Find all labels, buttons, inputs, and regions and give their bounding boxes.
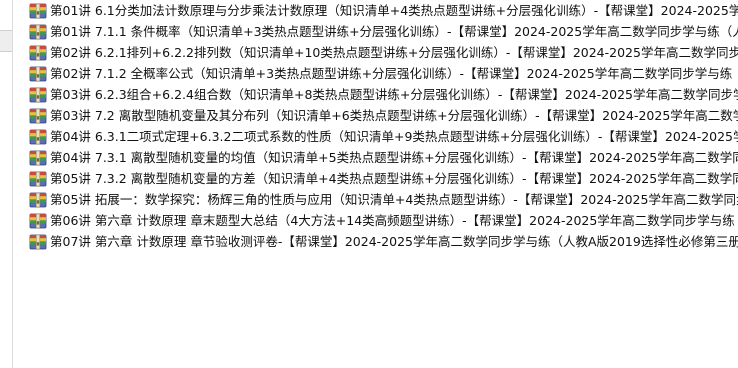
file-list-item[interactable]: 第06讲 第六章 计数原理 章末题型大总结（4大方法+14类高频题型讲练）-【帮… <box>29 210 738 231</box>
archive-icon <box>29 192 47 207</box>
file-list-item[interactable]: 第05讲 7.3.2 离散型随机变量的方差（知识清单+4类热点题型讲练+分层强化… <box>29 168 738 189</box>
file-list-item[interactable]: 第02讲 6.2.1排列+6.2.2排列数（知识清单+10类热点题型讲练+分层强… <box>29 42 738 63</box>
file-list-item[interactable]: 第02讲 7.1.2 全概率公式（知识清单+3类热点题型讲练+分层强化训练）-【… <box>29 63 738 84</box>
archive-icon <box>29 234 47 249</box>
file-name: 第04讲 7.3.1 离散型随机变量的均值（知识清单+5类热点题型讲练+分层强化… <box>50 150 738 165</box>
file-name: 第03讲 6.2.3组合+6.2.4组合数（知识清单+8类热点题型讲练+分层强化… <box>50 87 738 102</box>
archive-icon <box>29 87 47 102</box>
file-name: 第05讲 7.3.2 离散型随机变量的方差（知识清单+4类热点题型讲练+分层强化… <box>50 171 738 186</box>
file-list-item[interactable]: 第04讲 7.3.1 离散型随机变量的均值（知识清单+5类热点题型讲练+分层强化… <box>29 147 738 168</box>
file-name: 第07讲 第六章 计数原理 章节验收测评卷-【帮课堂】2024-2025学年高二… <box>50 234 738 249</box>
archive-icon <box>29 108 47 123</box>
navigation-pane-tab[interactable] <box>0 30 12 52</box>
archive-icon <box>29 150 47 165</box>
file-name: 第05讲 拓展一：数学探究：杨辉三角的性质与应用（知识清单+4类热点题型讲练）-… <box>50 192 738 207</box>
archive-icon <box>29 129 47 144</box>
archive-icon <box>29 45 47 60</box>
file-list-item[interactable]: 第04讲 6.3.1二项式定理+6.3.2二项式系数的性质（知识清单+9类热点题… <box>29 126 738 147</box>
archive-icon <box>29 3 47 18</box>
file-name: 第06讲 第六章 计数原理 章末题型大总结（4大方法+14类高频题型讲练）-【帮… <box>50 213 738 228</box>
file-name: 第01讲 6.1分类加法计数原理与分步乘法计数原理（知识清单+4类热点题型讲练+… <box>50 3 738 18</box>
navigation-pane[interactable] <box>0 0 13 368</box>
file-list-item[interactable]: 第03讲 7.2 离散型随机变量及其分布列（知识清单+6类热点题型讲练+分层强化… <box>29 105 738 126</box>
archive-icon <box>29 66 47 81</box>
archive-icon <box>29 171 47 186</box>
file-list-item[interactable]: 第01讲 6.1分类加法计数原理与分步乘法计数原理（知识清单+4类热点题型讲练+… <box>29 0 738 21</box>
file-browser-window: 第01讲 6.1分类加法计数原理与分步乘法计数原理（知识清单+4类热点题型讲练+… <box>0 0 738 368</box>
archive-icon <box>29 213 47 228</box>
file-list-item[interactable]: 第05讲 拓展一：数学探究：杨辉三角的性质与应用（知识清单+4类热点题型讲练）-… <box>29 189 738 210</box>
file-name: 第02讲 7.1.2 全概率公式（知识清单+3类热点题型讲练+分层强化训练）-【… <box>50 66 738 81</box>
file-list: 第01讲 6.1分类加法计数原理与分步乘法计数原理（知识清单+4类热点题型讲练+… <box>29 0 738 252</box>
file-name: 第03讲 7.2 离散型随机变量及其分布列（知识清单+6类热点题型讲练+分层强化… <box>50 108 738 123</box>
file-list-item[interactable]: 第01讲 7.1.1 条件概率（知识清单+3类热点题型讲练+分层强化训练）-【帮… <box>29 21 738 42</box>
archive-icon <box>29 24 47 39</box>
file-name: 第01讲 7.1.1 条件概率（知识清单+3类热点题型讲练+分层强化训练）-【帮… <box>50 24 738 39</box>
file-name: 第04讲 6.3.1二项式定理+6.3.2二项式系数的性质（知识清单+9类热点题… <box>50 129 738 144</box>
file-name: 第02讲 6.2.1排列+6.2.2排列数（知识清单+10类热点题型讲练+分层强… <box>50 45 738 60</box>
file-list-item[interactable]: 第03讲 6.2.3组合+6.2.4组合数（知识清单+8类热点题型讲练+分层强化… <box>29 84 738 105</box>
file-list-item[interactable]: 第07讲 第六章 计数原理 章节验收测评卷-【帮课堂】2024-2025学年高二… <box>29 231 738 252</box>
